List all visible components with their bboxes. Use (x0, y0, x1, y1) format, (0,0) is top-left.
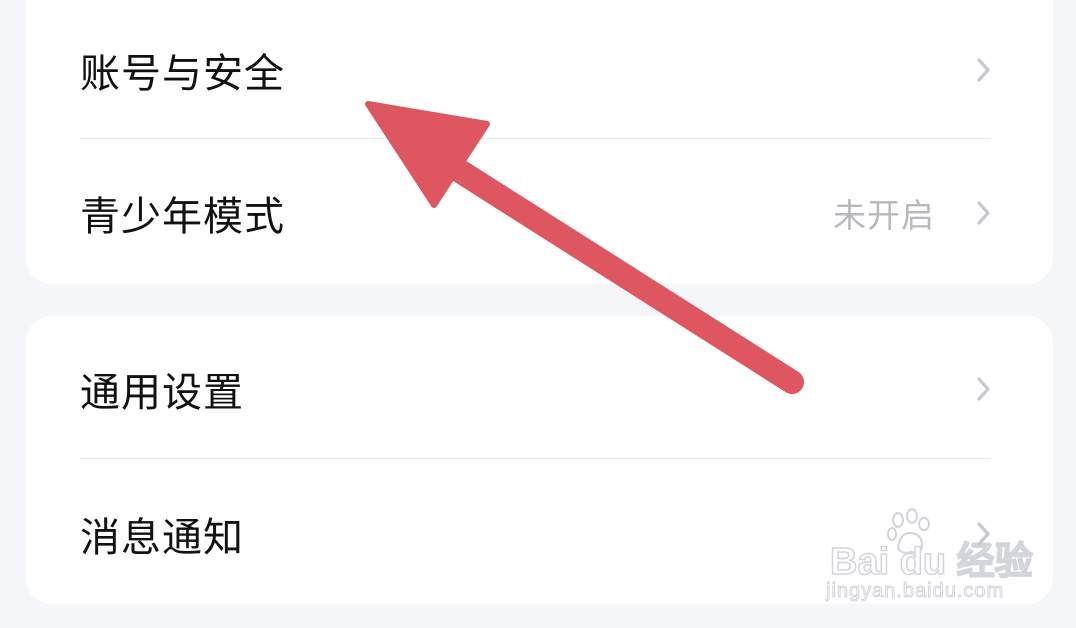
baidu-jingyan-watermark: Bai du 经验 jingyan.baidu.com (822, 508, 1033, 608)
watermark-url: jingyan.baidu.com (825, 580, 1005, 603)
watermark-brand: Bai du 经验 (829, 540, 1033, 584)
chevron-right-icon (977, 201, 990, 225)
teen-mode-status: 未开启 (833, 196, 935, 235)
divider (80, 458, 991, 459)
settings-item-label: 账号与安全 (80, 51, 285, 97)
settings-item-account-security[interactable]: 账号与安全 (26, 10, 1053, 130)
settings-item-label: 通用设置 (80, 370, 244, 416)
settings-item-label: 青少年模式 (80, 194, 285, 240)
settings-item-label: 消息通知 (80, 515, 244, 561)
settings-item-general-settings[interactable]: 通用设置 (26, 329, 1053, 449)
settings-item-teen-mode[interactable]: 青少年模式 未开启 (26, 153, 1053, 273)
chevron-right-icon (977, 377, 990, 401)
divider (80, 138, 991, 139)
chevron-right-icon (977, 58, 990, 82)
settings-card-account: 账号与安全 青少年模式 未开启 (26, 0, 1053, 284)
